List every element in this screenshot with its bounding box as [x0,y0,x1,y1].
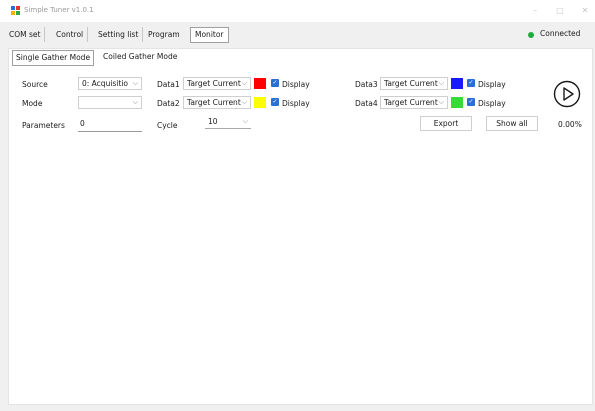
chevron-down-icon: ⌵ [241,98,247,106]
chevron-down-icon: ⌵ [132,79,138,87]
source-label: Source [22,80,48,89]
source-value: 0: Acquisitio [82,79,129,88]
data1-color-swatch[interactable] [254,78,266,89]
parameters-value: 0 [80,119,85,128]
data1-select[interactable]: Target Current( ⌵ [183,77,251,90]
data2-display-label: Display [282,99,310,108]
data1-value: Target Current( [187,79,241,88]
data4-value: Target Current( [384,98,438,107]
data2-label: Data2 [157,99,180,108]
tab-program[interactable]: Program [144,27,184,42]
data3-display-label: Display [478,80,506,89]
data1-label: Data1 [157,80,180,89]
source-select[interactable]: 0: Acquisitio ⌵ [78,77,142,90]
connection-status-icon [528,32,534,38]
data2-display-checkbox[interactable]: ✓ [271,98,279,106]
show-all-button[interactable]: Show all [486,116,538,131]
mode-label: Mode [22,99,43,108]
chevron-down-icon: ⌵ [241,79,247,87]
chevron-down-icon: ⌵ [242,117,248,125]
data4-label: Data4 [355,99,378,108]
export-button[interactable]: Export [420,116,472,131]
main-window: Simple Tuner v1.0.1 – □ ✕ COM set Contro… [0,0,595,411]
cycle-label: Cycle [157,121,178,130]
tab-setting-list[interactable]: Setting list [94,27,144,42]
tab-monitor[interactable]: Monitor [190,27,229,43]
title-bar: Simple Tuner v1.0.1 – □ ✕ [0,0,595,22]
cycle-select[interactable]: 10 ⌵ [205,116,251,129]
data2-color-swatch[interactable] [254,97,266,108]
progress-percent: 0.00% [558,120,582,129]
data3-color-swatch[interactable] [451,78,463,89]
tab-control[interactable]: Control [52,27,89,42]
data3-value: Target Current( [384,79,438,88]
parameters-input[interactable]: 0 [78,118,142,132]
tab-single-gather-mode[interactable]: Single Gather Mode [12,50,95,66]
data4-select[interactable]: Target Current( ⌵ [380,96,448,109]
data3-display-checkbox[interactable]: ✓ [467,79,475,87]
play-circle-icon[interactable] [553,80,581,108]
close-button[interactable]: ✕ [578,5,592,17]
connection-status: Connected [540,29,581,38]
data4-color-swatch[interactable] [451,97,463,108]
data3-select[interactable]: Target Current( ⌵ [380,77,448,90]
data1-display-checkbox[interactable]: ✓ [271,79,279,87]
data1-display-label: Display [282,80,310,89]
maximize-button[interactable]: □ [553,5,567,17]
data3-label: Data3 [355,80,378,89]
app-icon [11,6,20,15]
chevron-down-icon: ⌵ [438,79,444,87]
tab-com-set[interactable]: COM set [5,27,46,42]
data4-display-label: Display [478,99,506,108]
data4-display-checkbox[interactable]: ✓ [467,98,475,106]
chevron-down-icon: ⌵ [438,98,444,106]
chevron-down-icon: ⌵ [132,98,138,106]
data2-select[interactable]: Target Current( ⌵ [183,96,251,109]
window-title: Simple Tuner v1.0.1 [24,6,94,14]
cycle-value: 10 [208,117,218,126]
parameters-label: Parameters [22,121,65,130]
minimize-button[interactable]: – [528,5,542,17]
tab-coiled-gather-mode[interactable]: Coiled Gather Mode [100,50,180,64]
mode-select[interactable]: ⌵ [78,96,142,109]
data2-value: Target Current( [187,98,241,107]
